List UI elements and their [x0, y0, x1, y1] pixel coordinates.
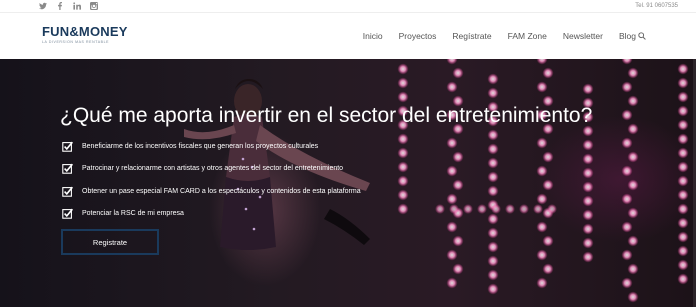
benefit-text: Obtener un pase especial FAM CARD a los … — [82, 187, 361, 195]
list-item: Potenciar la RSC de mi empresa — [62, 208, 361, 220]
checkbox-checked-icon — [62, 208, 73, 219]
instagram-icon[interactable] — [89, 2, 98, 11]
logo-text-fun: FUN — [42, 24, 70, 39]
linkedin-icon[interactable] — [72, 2, 81, 11]
search-icon[interactable] — [638, 32, 646, 40]
phone-number: Tel. 91 0607535 — [635, 3, 678, 9]
nav-newsletter[interactable]: Newsletter — [555, 13, 611, 59]
nav-inicio[interactable]: Inicio — [355, 13, 391, 59]
register-button[interactable]: Registrate — [61, 229, 159, 255]
marquee-lights-background — [397, 59, 689, 303]
benefit-text: Potenciar la RSC de mi empresa — [82, 210, 184, 217]
list-item: Patrocinar y relacionarme con artistas y… — [62, 163, 361, 175]
twitter-icon[interactable] — [38, 2, 47, 11]
list-item: Beneficiarme de los incentivos fiscales … — [62, 140, 361, 152]
main-nav: Inicio Proyectos Regístrate FAM Zone New… — [355, 13, 644, 59]
top-bar: Tel. 91 0607535 — [0, 0, 696, 13]
hero-banner: ¿Qué me aporta invertir en el sector del… — [0, 59, 696, 307]
nav-fam-zone[interactable]: FAM Zone — [500, 13, 555, 59]
checkbox-checked-icon — [62, 163, 73, 174]
list-item: Obtener un pase especial FAM CARD a los … — [62, 185, 361, 197]
social-links — [38, 0, 98, 12]
logo-text-money: MONEY — [78, 24, 128, 39]
site-header: FUN&MONEY LA DIVERSION MAS RENTABLE Inic… — [0, 13, 696, 60]
logo[interactable]: FUN&MONEY LA DIVERSION MAS RENTABLE — [42, 25, 128, 45]
benefit-text: Beneficiarme de los incentivos fiscales … — [82, 142, 319, 150]
checkbox-checked-icon — [62, 141, 73, 152]
hero-title: ¿Qué me aporta invertir en el sector del… — [60, 104, 593, 127]
logo-tagline: LA DIVERSION MAS RENTABLE — [42, 40, 110, 44]
benefits-list: Beneficiarme de los incentivos fiscales … — [62, 140, 361, 230]
checkbox-checked-icon — [62, 186, 73, 197]
nav-proyectos[interactable]: Proyectos — [391, 13, 445, 59]
facebook-icon[interactable] — [55, 2, 64, 11]
nav-registrate[interactable]: Regístrate — [444, 13, 499, 59]
benefit-text: Patrocinar y relacionarme con artistas y… — [82, 165, 344, 172]
logo-ampersand: & — [69, 24, 79, 39]
